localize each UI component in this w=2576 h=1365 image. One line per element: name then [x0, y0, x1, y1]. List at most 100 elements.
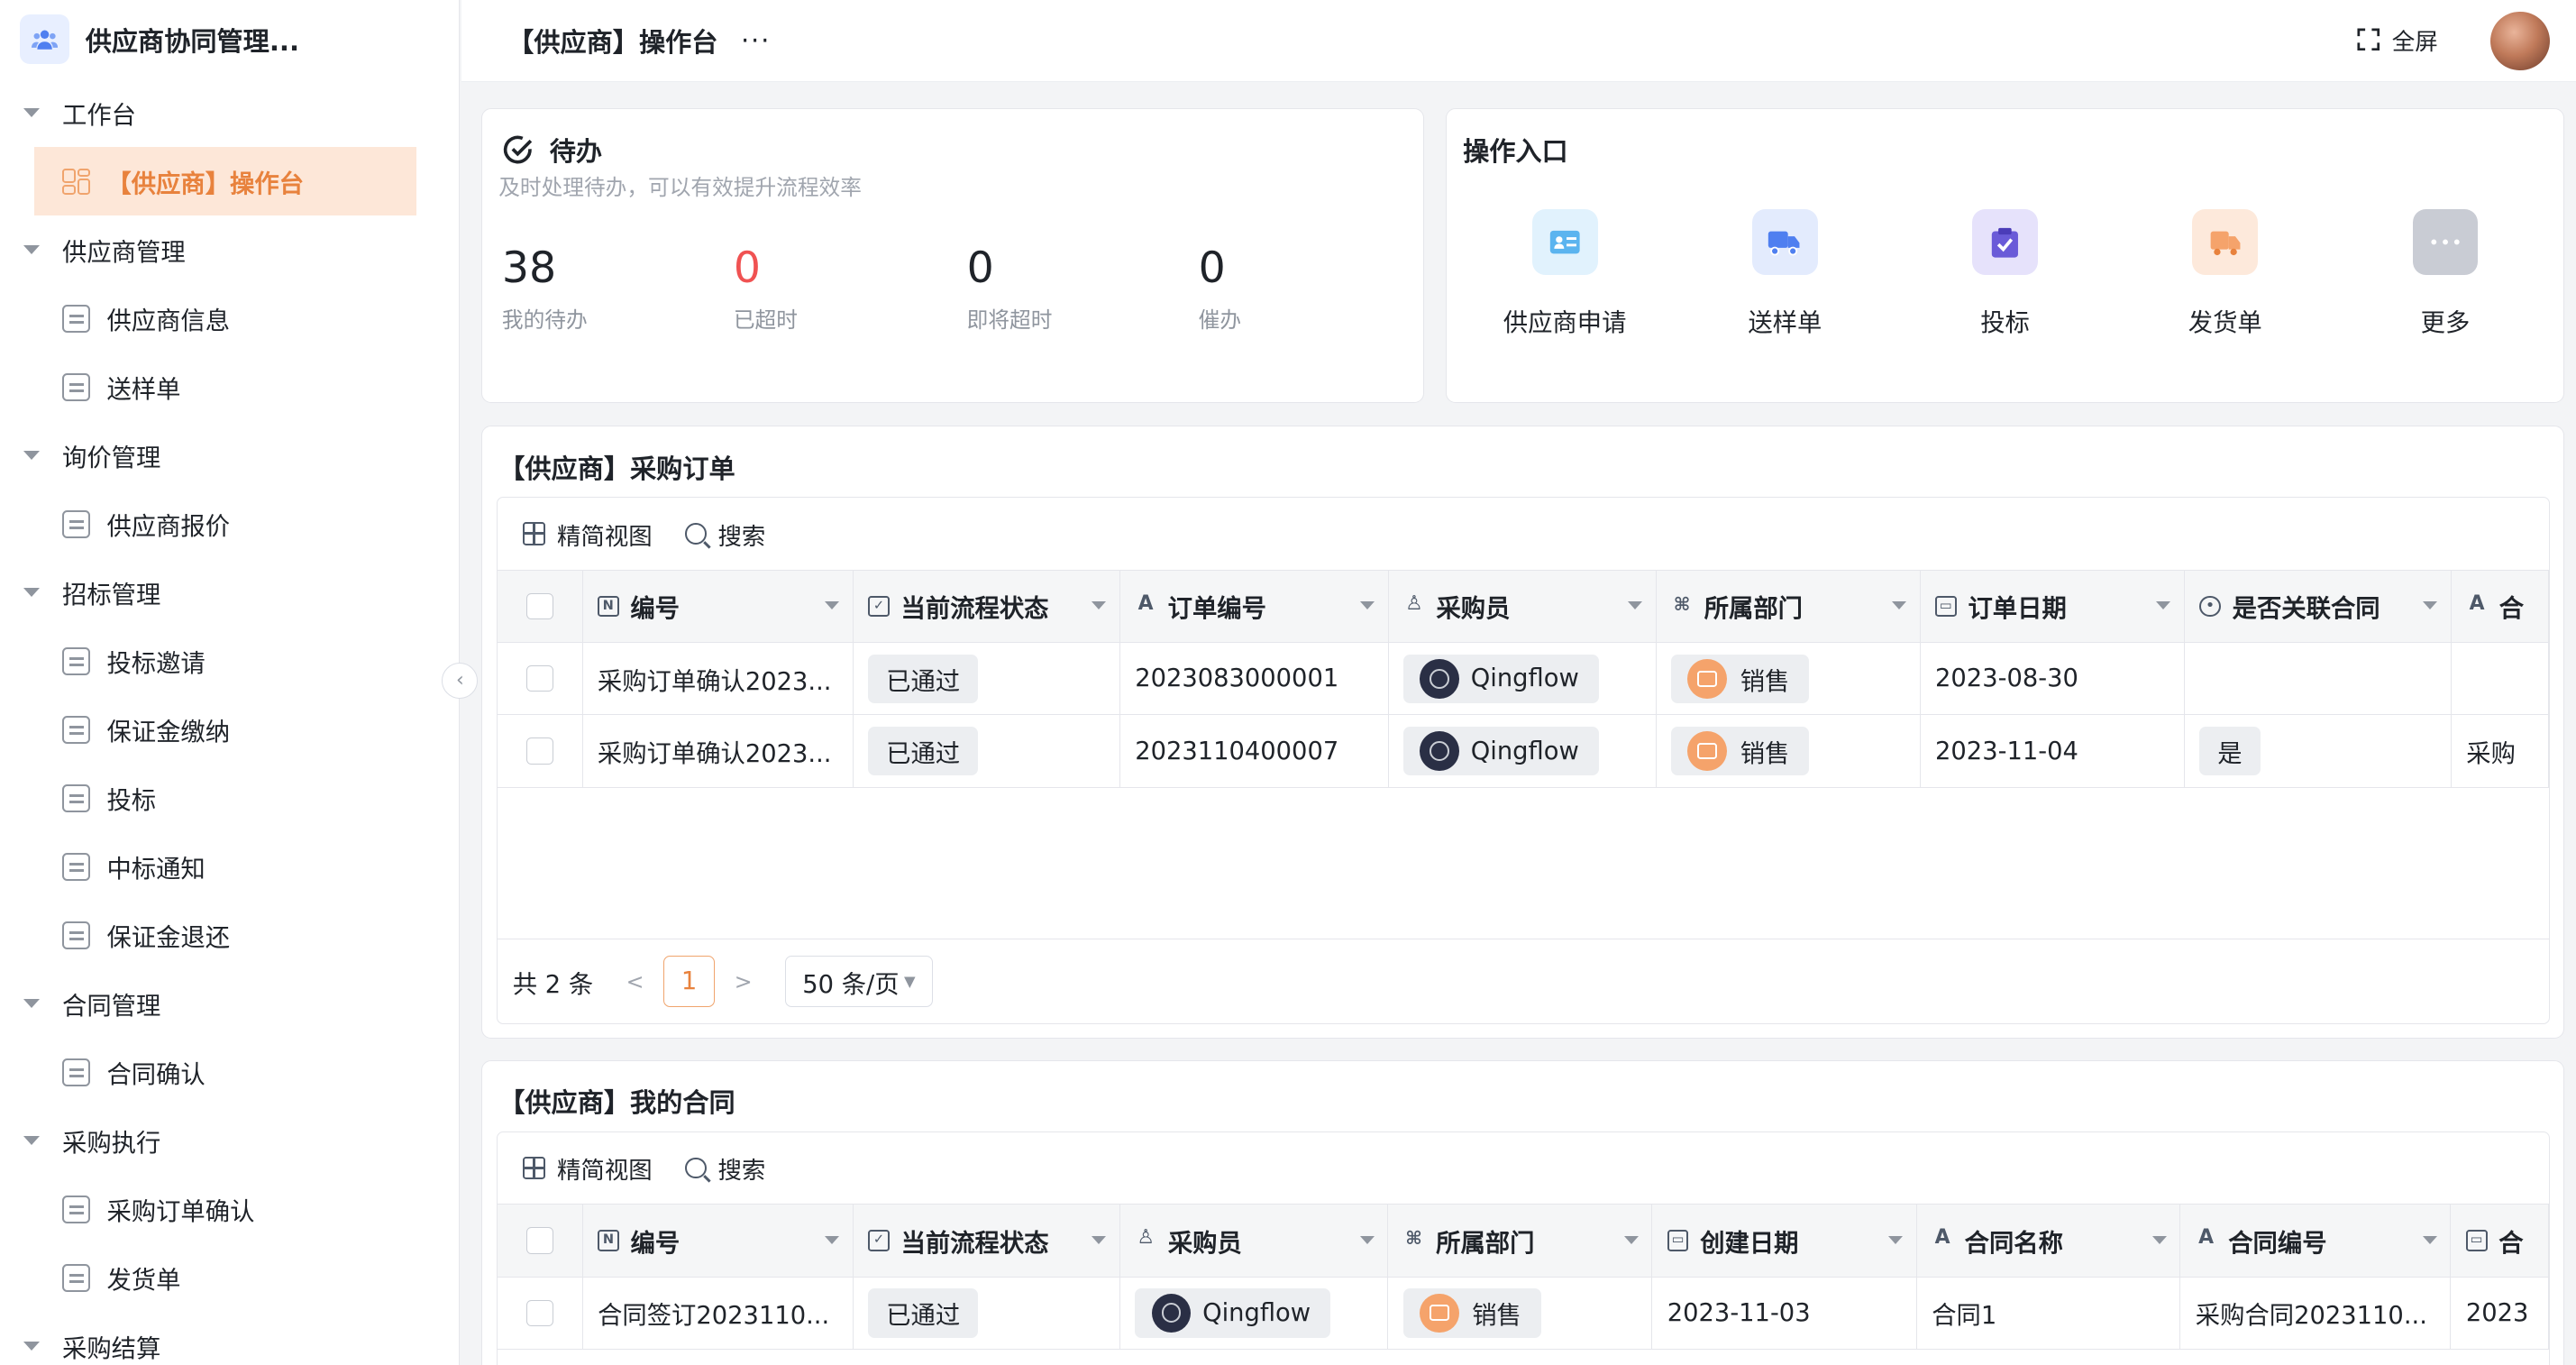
column-header[interactable]: ✓ 当前流程状态 — [853, 570, 1120, 644]
entry-sample-order[interactable]: 送样单 — [1703, 209, 1867, 337]
nav-group-workbench[interactable]: 工作台 — [0, 78, 459, 147]
compact-view-button[interactable]: 精简视图 — [522, 517, 653, 552]
column-header[interactable]: ▭ 订单日期 — [1920, 570, 2185, 644]
column-header[interactable]: ⌘ 所属部门 — [1387, 1205, 1653, 1278]
compact-view-label: 精简视图 — [557, 1157, 653, 1186]
select-all-checkbox[interactable] — [526, 1227, 553, 1254]
sort-caret-icon[interactable] — [825, 601, 840, 610]
table-row[interactable]: 合同签订2023110... 已通过 Qingflow 销售 2023-11-0… — [498, 1277, 2550, 1350]
sort-caret-icon[interactable] — [825, 1235, 840, 1244]
sort-caret-icon[interactable] — [2423, 601, 2438, 610]
collapse-sidebar-button[interactable]: ‹ — [442, 662, 479, 699]
cell-number[interactable]: 合同签订2023110... — [582, 1277, 854, 1350]
nav-item-award-notice[interactable]: 中标通知 — [0, 832, 459, 901]
next-page-icon[interactable]: > — [735, 969, 753, 994]
user-avatar[interactable] — [2490, 11, 2550, 71]
column-header[interactable]: N 编号 — [582, 570, 854, 644]
column-header[interactable]: ▭ 合 — [2450, 1205, 2550, 1278]
entry-delivery-order[interactable]: 发货单 — [2143, 209, 2307, 337]
stat-urged[interactable]: 0 催办 — [1198, 243, 1242, 334]
sort-caret-icon[interactable] — [1359, 1235, 1375, 1244]
search-button[interactable]: 搜索 — [685, 1150, 765, 1186]
entry-label: 供应商申请 — [1503, 308, 1627, 337]
entry-supplier-apply[interactable]: 供应商申请 — [1483, 209, 1647, 337]
row-checkbox[interactable] — [526, 1299, 553, 1326]
entry-more[interactable]: 更多 — [2363, 209, 2527, 337]
nav-group-inquiry[interactable]: 询价管理 — [0, 421, 459, 490]
column-header[interactable]: N 编号 — [582, 1205, 854, 1278]
cell-number[interactable]: 采购订单确认2023... — [582, 714, 854, 788]
column-header[interactable]: ♙ 采购员 — [1388, 570, 1657, 644]
nav-group-purchase-exec[interactable]: 采购执行 — [0, 1106, 459, 1175]
nav-item-supplier-console[interactable]: 【供应商】操作台 — [34, 147, 416, 216]
delivery-truck-icon — [2192, 209, 2259, 276]
column-header[interactable]: ✓ 当前流程状态 — [853, 1205, 1120, 1278]
nav-group-bidding[interactable]: 招标管理 — [0, 558, 459, 627]
nav-item-delivery[interactable]: 发货单 — [0, 1243, 459, 1312]
prev-page-icon[interactable]: < — [626, 969, 644, 994]
column-header[interactable]: A 合同编号 — [2179, 1205, 2452, 1278]
cell-buyer: Qingflow — [1388, 714, 1657, 788]
sort-caret-icon[interactable] — [1623, 1235, 1639, 1244]
row-checkbox[interactable] — [526, 737, 553, 765]
cell-contract-number: 采购合同2023110... — [2179, 1277, 2452, 1350]
column-header[interactable]: A合 — [2451, 570, 2550, 644]
sort-caret-icon[interactable] — [1888, 1235, 1904, 1244]
nav-item-contract-confirm[interactable]: 合同确认 — [0, 1038, 459, 1106]
nav-item-sample-order[interactable]: 送样单 — [0, 353, 459, 421]
nav-group-contract[interactable]: 合同管理 — [0, 969, 459, 1038]
nav-item-supplier-info[interactable]: 供应商信息 — [0, 284, 459, 353]
row-select-cell[interactable] — [498, 1277, 583, 1350]
select-all-cell[interactable] — [498, 570, 583, 644]
fullscreen-button[interactable]: 全屏 — [2357, 23, 2438, 57]
cell-department: 销售 — [1656, 642, 1921, 716]
column-header[interactable]: ⌘ 所属部门 — [1656, 570, 1921, 644]
nav-item-po-confirm[interactable]: 采购订单确认 — [0, 1175, 459, 1243]
stat-due-soon[interactable]: 0 即将超时 — [967, 243, 1053, 334]
sort-caret-icon[interactable] — [1092, 601, 1107, 610]
column-header[interactable]: • 是否关联合同 — [2184, 570, 2452, 644]
page-size-select[interactable]: 50 条/页 ▼ — [785, 956, 933, 1007]
table-header-row: N 编号 ✓ 当前流程状态 A 订单编号 ♙ 采购员 ⌘ 所属部门 ▭ 订单日期 • 是否关联… — [498, 570, 2550, 644]
nav-group-settlement[interactable]: 采购结算 — [0, 1312, 459, 1364]
more-options-icon[interactable]: ··· — [741, 25, 771, 56]
select-all-checkbox[interactable] — [526, 592, 553, 620]
search-button[interactable]: 搜索 — [685, 517, 765, 552]
todo-title: 待办 — [502, 131, 602, 169]
current-page[interactable]: 1 — [663, 956, 715, 1007]
sort-caret-icon[interactable] — [1892, 601, 1907, 610]
stat-overdue[interactable]: 0 已超时 — [734, 243, 798, 334]
sort-caret-icon[interactable] — [2156, 601, 2171, 610]
sort-caret-icon[interactable] — [1360, 601, 1375, 610]
stat-label: 催办 — [1198, 307, 1242, 334]
nav-group-supplier-mgmt[interactable]: 供应商管理 — [0, 215, 459, 284]
compact-view-button[interactable]: 精简视图 — [522, 1150, 653, 1186]
nav-item-supplier-quote[interactable]: 供应商报价 — [0, 490, 459, 558]
sort-caret-icon[interactable] — [2151, 1235, 2167, 1244]
expand-icon — [2357, 28, 2380, 51]
column-header[interactable]: A 合同名称 — [1916, 1205, 2181, 1278]
table-row[interactable]: 采购订单确认2023... 已通过 2023110400007 Qingflow… — [498, 714, 2550, 788]
nav-item-bid[interactable]: 投标 — [0, 764, 459, 832]
column-header[interactable]: ▭ 创建日期 — [1651, 1205, 1917, 1278]
stat-my-todo[interactable]: 38 我的待办 — [502, 243, 588, 334]
nav-item-deposit-pay[interactable]: 保证金缴纳 — [0, 695, 459, 764]
column-header[interactable]: A 订单编号 — [1119, 570, 1389, 644]
row-select-cell[interactable] — [498, 642, 583, 716]
entry-bid[interactable]: 投标 — [1923, 209, 2087, 337]
more-dots-icon — [2412, 209, 2479, 276]
column-header[interactable]: ♙ 采购员 — [1119, 1205, 1389, 1278]
sort-caret-icon[interactable] — [1628, 601, 1643, 610]
top-bar: 【供应商】操作台 ··· 全屏 — [461, 0, 2576, 83]
sort-caret-icon[interactable] — [2422, 1235, 2437, 1244]
cell-number[interactable]: 采购订单确认2023... — [582, 642, 854, 716]
sort-caret-icon[interactable] — [1092, 1235, 1107, 1244]
row-select-cell[interactable] — [498, 714, 583, 788]
nav-item-deposit-refund[interactable]: 保证金退还 — [0, 901, 459, 969]
table-row[interactable]: 采购订单确认2023... 已通过 2023083000001 Qingflow… — [498, 642, 2550, 716]
row-checkbox[interactable] — [526, 665, 553, 692]
nav-item-bid-invite[interactable]: 投标邀请 — [0, 627, 459, 695]
column-label: 采购员 — [1167, 1229, 1242, 1258]
cell-order-date: 2023-08-30 — [1920, 642, 2185, 716]
select-all-cell[interactable] — [498, 1205, 583, 1278]
